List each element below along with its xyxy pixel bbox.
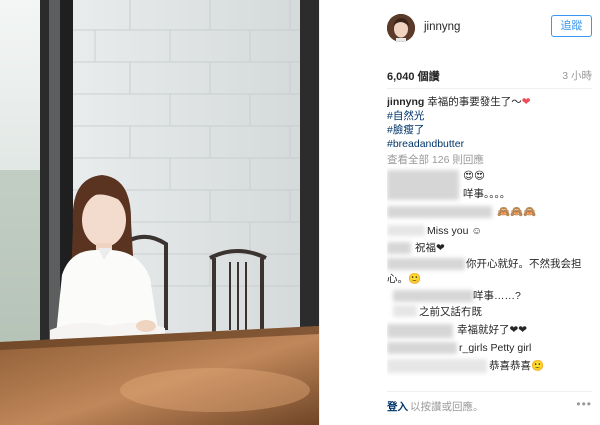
caption-username[interactable]: jinnyng bbox=[387, 96, 424, 108]
blurred-username bbox=[393, 290, 473, 302]
post-photo[interactable] bbox=[0, 0, 319, 425]
avatar[interactable] bbox=[387, 14, 415, 42]
comment-text: 幸福就好了❤❤ bbox=[457, 324, 528, 336]
login-link[interactable]: 登入 bbox=[387, 399, 408, 414]
caption-text: 幸福的事要發生了～ bbox=[424, 96, 522, 108]
blurred-username bbox=[387, 324, 453, 338]
blurred-username bbox=[387, 225, 425, 236]
comment-text: 恭喜恭喜🙂 bbox=[489, 360, 545, 372]
comment-text: r_girls Petty girl bbox=[459, 342, 532, 354]
comment-text: 心。🙂 bbox=[387, 273, 422, 285]
comment-text: Miss you ☺ bbox=[427, 225, 483, 237]
comment-text: 咩事……? bbox=[473, 290, 521, 302]
hashtag-link[interactable]: #自然光 bbox=[387, 109, 424, 123]
login-prompt-text: 以按讚或回應。 bbox=[410, 401, 484, 413]
username[interactable]: jinnyng bbox=[424, 21, 460, 33]
post-meta: 6,040 個讚 3 小時 bbox=[387, 68, 592, 84]
post-side-panel: jinnyng 追蹤 6,040 個讚 3 小時 jinnyng 幸福的事要發生… bbox=[319, 0, 600, 425]
post-header: jinnyng 追蹤 bbox=[320, 0, 600, 56]
hashtag-link[interactable]: #breadandbutter bbox=[387, 137, 464, 151]
caption-line: jinnyng 幸福的事要發生了～❤ bbox=[387, 95, 531, 109]
comment-text: 你开心就好。不然我会担 bbox=[466, 258, 582, 270]
comments-list: jinnyng 幸福的事要發生了～❤ #自然光 #臉瘦了 #breadandbu… bbox=[387, 95, 592, 385]
divider bbox=[387, 88, 592, 89]
post-footer: 登入 以按讚或回應。 ••• bbox=[387, 391, 592, 413]
comment-text: 咩事。。。。 bbox=[463, 188, 511, 200]
blurred-username bbox=[387, 206, 492, 218]
comment-text: 🙈🙈🙈 bbox=[497, 206, 537, 218]
blurred-username bbox=[387, 242, 411, 254]
heart-emoji-icon: ❤ bbox=[521, 96, 531, 108]
blurred-username bbox=[387, 170, 459, 200]
blurred-username bbox=[393, 305, 417, 317]
view-all-comments-link[interactable]: 查看全部 126 則回應 bbox=[387, 153, 484, 167]
like-count[interactable]: 6,040 個讚 bbox=[387, 68, 440, 84]
hashtag-link[interactable]: #臉瘦了 bbox=[387, 123, 424, 137]
more-options-icon[interactable]: ••• bbox=[576, 397, 592, 411]
photo-scene bbox=[0, 0, 319, 425]
comment-text: 之前又話冇既 bbox=[419, 306, 482, 318]
comment-text: 😍😍 bbox=[463, 170, 485, 182]
follow-button[interactable]: 追蹤 bbox=[551, 15, 592, 37]
blurred-username bbox=[387, 342, 457, 354]
comment-text: 祝福❤ bbox=[415, 242, 445, 254]
post-time[interactable]: 3 小時 bbox=[562, 68, 592, 83]
blurred-username bbox=[387, 359, 487, 373]
blurred-username bbox=[387, 258, 465, 270]
